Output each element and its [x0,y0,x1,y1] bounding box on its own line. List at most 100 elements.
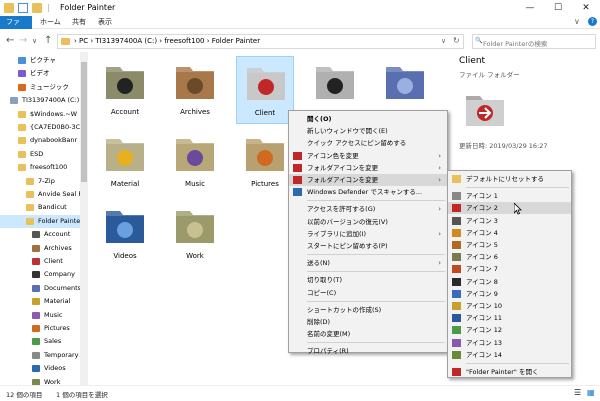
tab-view[interactable]: 表示 [92,16,118,29]
maximize-button[interactable]: ☐ [544,0,572,16]
context-menu-item[interactable]: ライブラリに追加(I) › [289,228,447,240]
context-menu-item[interactable]: ショートカットの作成(S) [289,304,447,316]
selection-count: 1 個の項目を選択 [56,391,108,399]
nav-item[interactable]: Anvide Seal F [0,188,80,201]
folder-item[interactable]: Music [166,128,224,196]
nav-item[interactable]: 7-Zip [0,175,80,188]
submenu-item[interactable]: アイコン 5 [448,239,571,251]
context-menu-item[interactable]: フォルダアイコンを変更 › [289,162,447,174]
folder-icon [103,59,147,103]
nav-scrollbar[interactable] [80,52,88,385]
close-button[interactable]: ✕ [572,0,600,16]
context-menu-item[interactable]: Windows Defender でスキャンする... [289,186,447,198]
submenu-item[interactable]: アイコン 1 [448,190,571,202]
nav-item[interactable]: $Windows.~W [0,108,80,121]
nav-item[interactable]: TI31397400A (C:) [0,94,80,107]
search-input[interactable]: Folder Painterの検索 🔍 [472,34,596,49]
context-menu-item[interactable]: 削除(D) [289,316,447,328]
submenu-item[interactable]: アイコン 13 [448,337,571,349]
nav-item[interactable]: Bandicut [0,201,80,214]
submenu-item[interactable]: アイコン 9 [448,288,571,300]
context-menu-item[interactable]: アクセスを許可する(G) › [289,203,447,215]
folder-item[interactable]: Work [166,200,224,268]
new-folder-icon[interactable] [32,3,42,13]
nav-item[interactable]: Videos [0,362,80,375]
context-menu-item[interactable]: 以前のバージョンの復元(V) [289,216,447,228]
nav-item[interactable]: Pictures [0,322,80,335]
up-button[interactable]: ↑ [44,35,52,46]
context-menu-item[interactable]: 開く(O) [289,113,447,125]
nav-item[interactable]: Material [0,295,80,308]
submenu-item[interactable]: デフォルトにリセットする [448,173,571,185]
menu-separator [307,342,445,344]
context-menu-item[interactable]: スタートにピン留めする(P) [289,240,447,252]
submenu-item[interactable]: アイコン 14 [448,349,571,361]
nav-item[interactable]: Work [0,376,80,385]
context-menu-item[interactable]: アイコン色を変更 › [289,150,447,162]
help-icon[interactable]: ? [588,17,597,26]
folder-item[interactable]: Client [236,56,294,124]
submenu-item[interactable]: アイコン 8 [448,276,571,288]
folder-item[interactable]: Archives [166,56,224,124]
tab-share[interactable]: 共有 [66,16,92,29]
nav-item[interactable]: ピクチャ [0,54,80,67]
nav-item[interactable]: ビデオ [0,67,80,80]
submenu-item[interactable]: アイコン 3 [448,215,571,227]
tab-home[interactable]: ホーム [34,16,67,29]
path-dropdown-icon[interactable]: ∨ [441,37,446,45]
folder-item[interactable]: Account [96,56,154,124]
recent-locations-button[interactable]: ∨ [32,37,37,45]
nav-item[interactable]: Sales [0,335,80,348]
submenu-item[interactable]: アイコン 12 [448,324,571,336]
context-menu-item[interactable]: クイック アクセスにピン留めする [289,137,447,149]
breadcrumb[interactable]: › PC › TI31397400A (C:) › freesoft100 › … [74,37,260,45]
details-view-icon[interactable]: ☰ [574,388,581,397]
nav-item[interactable]: Temporary [0,349,80,362]
context-menu-item[interactable]: フォルダアイコンを変更 › [289,174,447,186]
nav-item[interactable]: dynabookBanr [0,134,80,147]
nav-item[interactable]: Archives [0,242,80,255]
tab-file[interactable]: ファイル [0,16,32,39]
submenu-item[interactable]: アイコン 7 [448,263,571,275]
nav-item[interactable]: freesoft100 [0,161,80,174]
context-menu-item[interactable]: 新しいウィンドウで開く(E) [289,125,447,137]
nav-item[interactable]: ミュージック [0,81,80,94]
nav-item-label: ミュージック [30,82,69,91]
folder-label: Archives [180,108,210,116]
menu-item-icon [452,228,461,237]
submenu-item[interactable]: アイコン 10 [448,300,571,312]
submenu-item[interactable]: アイコン 6 [448,251,571,263]
refresh-icon[interactable]: ↻ [453,36,460,45]
nav-item[interactable]: ESD [0,148,80,161]
context-menu-item[interactable]: 名前の変更(M) [289,328,447,340]
nav-item[interactable]: Account [0,228,80,241]
submenu-item[interactable]: アイコン 2 [448,202,571,215]
nav-item[interactable]: Documents [0,282,80,295]
minimize-button[interactable]: — [516,0,544,16]
nav-item-label: Documents [44,283,80,292]
context-menu-item[interactable]: 送る(N) › [289,257,447,269]
folder-item[interactable]: Videos [96,200,154,268]
folder-item[interactable]: Material [96,128,154,196]
nav-item[interactable]: Music [0,309,80,322]
window-title: Folder Painter [60,3,116,12]
scrollbar-thumb[interactable] [81,62,87,182]
context-menu-item[interactable]: プロパティ(R) [289,345,447,357]
folder-item[interactable]: Pictures [236,128,294,196]
nav-item[interactable]: Folder Painte [0,214,80,228]
context-menu-item[interactable]: コピー(C) [289,287,447,299]
nav-item[interactable]: {CA7ED0B0-3C [0,121,80,134]
submenu-item[interactable]: "Folder Painter" を開く [448,366,571,378]
address-bar[interactable]: › PC › TI31397400A (C:) › freesoft100 › … [57,34,464,49]
submenu-item[interactable]: アイコン 11 [448,312,571,324]
large-icons-view-icon[interactable]: ▦ [587,388,595,397]
properties-icon[interactable] [18,3,28,13]
context-menu-item[interactable]: 切り取り(T) [289,274,447,286]
nav-item[interactable]: Client [0,255,80,268]
folder-icon [10,97,18,105]
forward-button[interactable]: → [19,35,27,46]
expand-ribbon-icon[interactable]: ∨ [574,17,580,26]
nav-item[interactable]: Company [0,268,80,281]
submenu-item[interactable]: アイコン 4 [448,227,571,239]
back-button[interactable]: ← [6,35,14,46]
